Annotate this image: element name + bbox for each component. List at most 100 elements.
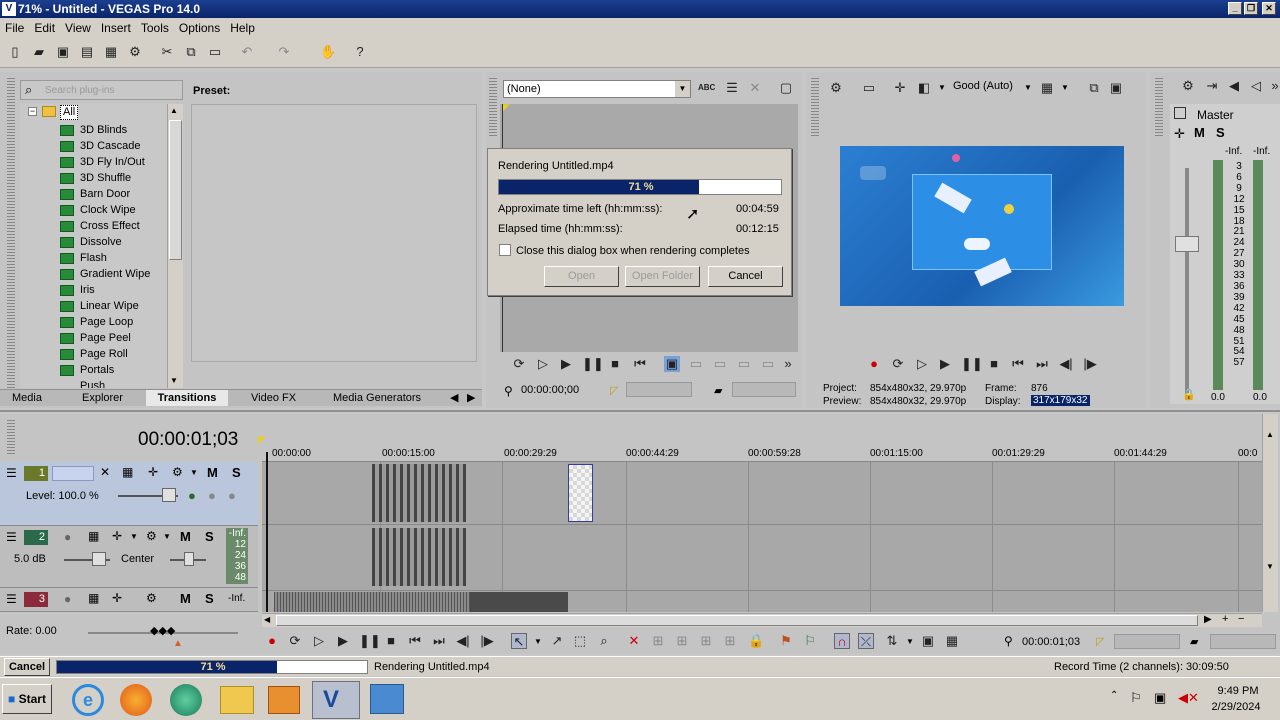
solo-button[interactable]: S	[1216, 125, 1225, 140]
tab-media[interactable]: Media	[12, 390, 42, 406]
video-clip-events[interactable]	[372, 464, 466, 522]
pan-icon[interactable]: ✛	[1174, 126, 1185, 142]
track-fx-icon[interactable]: ⚙	[172, 465, 183, 479]
track-menu-icon[interactable]: ☰	[6, 530, 17, 544]
audio-event[interactable]	[470, 592, 568, 612]
h-scroll-thumb[interactable]	[276, 615, 1198, 626]
tab-media-generators[interactable]: Media Generators	[333, 390, 421, 406]
stop-icon[interactable]: ■	[607, 356, 623, 372]
chevron-down-icon[interactable]: ▼	[163, 532, 171, 541]
go-to-end-icon[interactable]: ⏭	[431, 633, 447, 649]
panel-grip[interactable]	[7, 78, 15, 404]
plugin-item[interactable]: 3D Cascade	[60, 138, 141, 154]
collapse-icon[interactable]: −	[28, 107, 37, 116]
timeline-horizontal-scrollbar[interactable]: ◀ ▶ + −	[262, 613, 1262, 627]
chevron-down-icon[interactable]: ▼	[130, 532, 138, 541]
stop-icon[interactable]: ■	[986, 356, 1002, 372]
menu-file[interactable]: File	[0, 18, 29, 38]
selected-video-event[interactable]	[568, 464, 593, 522]
open-folder-button[interactable]: Open Folder	[625, 266, 700, 287]
zoom-in-icon[interactable]: +	[1222, 613, 1228, 625]
plugin-item[interactable]: Flash	[60, 250, 107, 266]
compositing-icon[interactable]: ✕	[100, 465, 110, 479]
split-screen-icon[interactable]: ✛	[892, 80, 908, 96]
close-button[interactable]: ✕	[1262, 2, 1276, 15]
preview-settings-icon[interactable]: ⚙	[828, 80, 844, 96]
open-button[interactable]: Open	[544, 266, 619, 287]
plugin-item[interactable]: Page Loop	[60, 314, 133, 330]
panel-grip[interactable]	[811, 78, 819, 138]
loop-icon[interactable]: ⟳	[287, 633, 303, 649]
master-fader-track[interactable]	[1185, 168, 1189, 398]
plugin-item[interactable]: Page Roll	[60, 346, 128, 362]
tab-explorer[interactable]: Explorer	[82, 390, 123, 406]
master-fx-box-icon[interactable]	[1174, 107, 1186, 119]
lock-envelopes-icon[interactable]: ▣	[920, 633, 936, 649]
plugin-scrollbar[interactable]: ▲ ▼	[167, 104, 183, 388]
undo-icon[interactable]: ↶	[239, 44, 255, 60]
tree-root-all[interactable]: All	[60, 105, 79, 120]
chevron-down-icon[interactable]: ▼	[1061, 83, 1069, 92]
track-menu-icon[interactable]: ☰	[6, 466, 17, 480]
insert-marker-icon[interactable]: ⚑	[778, 633, 794, 649]
plugin-item[interactable]: Iris	[60, 282, 95, 298]
track-header-2[interactable]: ☰ 2 ● ▦ ✛ ▼ ⚙ ▼ M S -Inf. 12 24 36 48 5.0 dB…	[0, 526, 258, 588]
track-motion-icon[interactable]: ✛	[112, 529, 122, 543]
mute-button[interactable]: M	[180, 591, 191, 606]
play-icon[interactable]: ▶	[335, 633, 351, 649]
trim-start-icon[interactable]: ⊞	[674, 633, 690, 649]
menu-view[interactable]: View	[60, 18, 96, 38]
panel-grip[interactable]	[489, 78, 497, 138]
plugin-item[interactable]: 3D Shuffle	[60, 170, 131, 186]
add-before-icon[interactable]: ▭	[736, 356, 752, 372]
add-after-icon[interactable]: ▭	[712, 356, 728, 372]
auto-crossfade-icon[interactable]: ⤫	[858, 633, 874, 649]
chevron-down-icon[interactable]: ▼	[906, 637, 914, 646]
next-frame-icon[interactable]: |▶	[1082, 356, 1098, 372]
next-frame-icon[interactable]: |▶	[479, 633, 495, 649]
track-header-3[interactable]: ☰ 3 ● ▦ ✛ ⚙ M S -Inf.	[0, 588, 258, 612]
chevron-down-icon[interactable]: ▼	[190, 468, 198, 477]
minimize-button[interactable]: _	[1228, 2, 1242, 15]
selection-tool-icon[interactable]: ⬚	[572, 633, 588, 649]
timeline-vertical-scrollbar[interactable]: ▲ ▼	[1262, 414, 1278, 612]
arm-record-icon[interactable]: ●	[64, 530, 71, 544]
cut-icon[interactable]: ✂	[159, 44, 175, 60]
loop-icon[interactable]: ⟳	[890, 356, 906, 372]
redo-icon[interactable]: ↷	[276, 44, 292, 60]
copy-snapshot-icon[interactable]: ⧉	[1086, 80, 1102, 96]
plugin-item[interactable]: Portals	[60, 362, 114, 378]
delete-icon[interactable]: ✕	[626, 633, 642, 649]
play-icon[interactable]: ▶	[558, 356, 574, 372]
rate-slider-thumb[interactable]: ◆◆◆	[150, 624, 175, 637]
master-fx-icon[interactable]: ⚙	[1180, 78, 1196, 94]
invert-phase-icon[interactable]: ▦	[88, 591, 99, 605]
menu-tools[interactable]: Tools	[136, 18, 174, 38]
paste-icon[interactable]: ▭	[207, 44, 223, 60]
stop-icon[interactable]: ■	[383, 633, 399, 649]
network-icon[interactable]: ▣	[1154, 690, 1166, 706]
track-area[interactable]	[262, 452, 1262, 612]
spellcheck-icon[interactable]: ABC	[698, 80, 715, 96]
action-center-flag-icon[interactable]: ⚐	[1130, 690, 1142, 706]
previous-frame-icon[interactable]: ◀|	[1058, 356, 1074, 372]
playhead[interactable]	[266, 452, 268, 612]
menu-insert[interactable]: Insert	[96, 18, 136, 38]
menu-edit[interactable]: Edit	[29, 18, 60, 38]
in-point-field[interactable]	[626, 382, 692, 397]
tab-video-fx[interactable]: Video FX	[251, 390, 296, 406]
open-icon[interactable]: ▰	[31, 44, 47, 60]
media-player-icon[interactable]	[268, 686, 300, 714]
go-to-start-icon[interactable]: ⏮	[632, 356, 648, 372]
lock-icon[interactable]: 🔒	[1182, 388, 1196, 401]
track-name-field[interactable]	[52, 466, 94, 481]
track-motion-icon[interactable]: ✛	[112, 591, 122, 605]
restore-button[interactable]: ❐	[1244, 2, 1258, 15]
plugin-item[interactable]: Page Peel	[60, 330, 131, 346]
record-icon[interactable]: ●	[264, 633, 280, 649]
start-button[interactable]: ■ Start	[2, 684, 52, 714]
plugin-item[interactable]: Push	[80, 378, 105, 388]
status-cancel-button[interactable]: Cancel	[4, 658, 50, 676]
list-icon[interactable]: ☰	[724, 80, 740, 96]
loop-icon[interactable]: ⟳	[511, 356, 527, 372]
